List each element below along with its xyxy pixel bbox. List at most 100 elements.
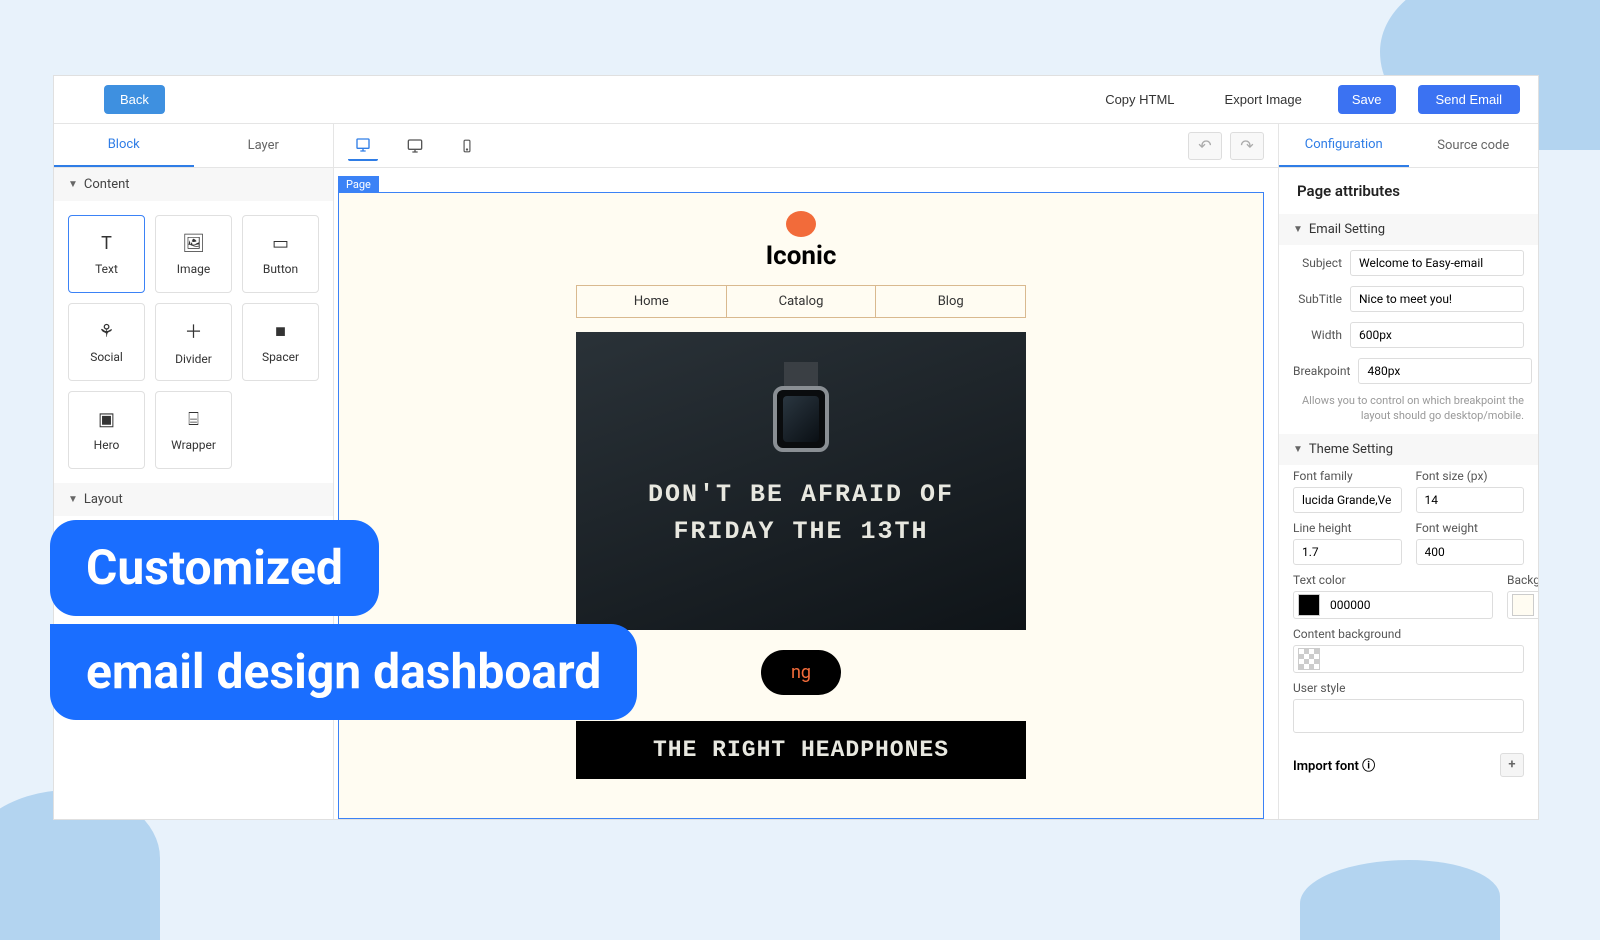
image-icon: 🖼 <box>182 233 205 254</box>
subtitle-label: SubTitle <box>1293 292 1342 306</box>
block-spacer[interactable]: ■ Spacer <box>242 303 319 381</box>
block-label: Text <box>95 262 118 276</box>
text-color-input[interactable] <box>1324 598 1492 612</box>
block-label: Social <box>90 350 123 364</box>
font-size-input[interactable] <box>1416 487 1525 513</box>
block-divider[interactable]: ＋ Divider <box>155 303 232 381</box>
social-icon: ⚘ <box>98 321 114 342</box>
section-theme-setting[interactable]: ▼ Theme Setting <box>1279 434 1538 465</box>
tab-layer[interactable]: Layer <box>194 124 334 167</box>
hero-image[interactable]: Don't be afraid of Friday the 13th <box>576 332 1026 630</box>
background-decoration <box>1300 860 1500 940</box>
section-layout[interactable]: ▼ Layout <box>54 483 333 516</box>
copy-html-button[interactable]: Copy HTML <box>1091 85 1188 114</box>
section-email-setting[interactable]: ▼ Email Setting <box>1279 214 1538 245</box>
add-font-button[interactable]: + <box>1500 753 1524 777</box>
redo-button[interactable]: ↷ <box>1230 132 1264 160</box>
tab-source-code[interactable]: Source code <box>1409 124 1539 167</box>
block-text[interactable]: T Text <box>68 215 145 293</box>
block-button[interactable]: ▭ Button <box>242 215 319 293</box>
block-label: Hero <box>94 438 120 452</box>
callout-line1: Customized <box>50 520 379 616</box>
font-weight-input[interactable] <box>1416 539 1525 565</box>
brand-name: Iconic <box>766 241 837 271</box>
section-content-label: Content <box>84 177 130 192</box>
canvas[interactable]: Page Iconic Home Catalog Blog <box>334 168 1278 819</box>
center-toolbar: ↶ ↷ <box>334 124 1278 168</box>
nav-blog[interactable]: Blog <box>876 286 1025 317</box>
block-image[interactable]: 🖼 Image <box>155 215 232 293</box>
block-hero[interactable]: ▣ Hero <box>68 391 145 469</box>
smartwatch-icon <box>769 362 833 458</box>
width-input[interactable] <box>1350 322 1524 348</box>
breakpoint-input[interactable] <box>1358 358 1532 384</box>
topbar: Back Copy HTML Export Image Save Send Em… <box>54 76 1538 124</box>
tab-block[interactable]: Block <box>54 124 194 167</box>
block-label: Divider <box>175 352 212 366</box>
divider-icon: ＋ <box>185 318 203 344</box>
hero-headline: Don't be afraid of Friday the 13th <box>648 476 954 551</box>
spacer-icon: ■ <box>275 321 286 342</box>
section-layout-label: Layout <box>84 492 123 507</box>
block-grid: T Text 🖼 Image ▭ Button ⚘ Social ＋ Di <box>54 201 333 483</box>
background-swatch[interactable] <box>1512 594 1534 616</box>
save-button[interactable]: Save <box>1338 85 1396 114</box>
wrapper-icon: ⌸ <box>188 409 199 430</box>
device-desktop-button[interactable] <box>400 131 430 161</box>
nav-catalog[interactable]: Catalog <box>727 286 877 317</box>
caret-icon: ▼ <box>1293 444 1303 455</box>
export-image-button[interactable]: Export Image <box>1211 85 1316 114</box>
block-label: Spacer <box>262 350 299 364</box>
line-height-input[interactable] <box>1293 539 1402 565</box>
text-color-swatch[interactable] <box>1298 594 1320 616</box>
block-label: Image <box>177 262 210 276</box>
back-button[interactable]: Back <box>104 85 165 114</box>
content-bg-label: Content background <box>1293 627 1524 641</box>
breakpoint-help: Allows you to control on which breakpoin… <box>1279 389 1538 434</box>
device-edit-button[interactable] <box>348 131 378 161</box>
user-style-input[interactable] <box>1293 699 1524 733</box>
font-size-label: Font size (px) <box>1416 469 1525 483</box>
font-weight-label: Font weight <box>1416 521 1525 535</box>
subject-label: Subject <box>1293 256 1342 270</box>
caret-icon: ▼ <box>68 179 78 190</box>
hero-icon: ▣ <box>98 409 115 430</box>
text-icon: T <box>101 233 112 254</box>
device-mobile-button[interactable] <box>452 131 482 161</box>
breakpoint-label: Breakpoint <box>1293 364 1350 378</box>
content-bg-input[interactable] <box>1324 652 1523 666</box>
width-label: Width <box>1293 328 1342 342</box>
block-label: Wrapper <box>171 438 216 452</box>
nav-home[interactable]: Home <box>577 286 727 317</box>
send-email-button[interactable]: Send Email <box>1418 85 1520 114</box>
section-content[interactable]: ▼ Content <box>54 168 333 201</box>
right-tabs: Configuration Source code <box>1279 124 1538 168</box>
right-panel: Configuration Source code Page attribute… <box>1278 124 1538 819</box>
email-nav: Home Catalog Blog <box>576 285 1026 318</box>
content-bg-swatch[interactable] <box>1298 648 1320 670</box>
import-font-label: Import font ⓘ <box>1293 755 1375 774</box>
block-wrapper[interactable]: ⌸ Wrapper <box>155 391 232 469</box>
marketing-callout: Customized email design dashboard <box>50 520 637 720</box>
undo-button[interactable]: ↶ <box>1188 132 1222 160</box>
font-family-input[interactable] <box>1293 487 1402 513</box>
text-color-label: Text color <box>1293 573 1493 587</box>
callout-line2: email design dashboard <box>50 624 637 720</box>
left-tabs: Block Layer <box>54 124 333 168</box>
brand-logo-icon <box>786 211 816 237</box>
font-family-label: Font family <box>1293 469 1402 483</box>
page-tag: Page <box>338 176 379 193</box>
button-icon: ▭ <box>272 233 289 254</box>
line-height-label: Line height <box>1293 521 1402 535</box>
caret-icon: ▼ <box>68 494 78 505</box>
shop-button[interactable]: ng <box>761 650 841 695</box>
block-social[interactable]: ⚘ Social <box>68 303 145 381</box>
subject-input[interactable] <box>1350 250 1524 276</box>
user-style-label: User style <box>1293 681 1524 695</box>
block-label: Button <box>263 262 298 276</box>
tab-configuration[interactable]: Configuration <box>1279 124 1409 167</box>
headphone-heading: The Right Headphones <box>576 721 1026 779</box>
caret-icon: ▼ <box>1293 224 1303 235</box>
subtitle-input[interactable] <box>1350 286 1524 312</box>
background-label: Background <box>1507 573 1538 587</box>
